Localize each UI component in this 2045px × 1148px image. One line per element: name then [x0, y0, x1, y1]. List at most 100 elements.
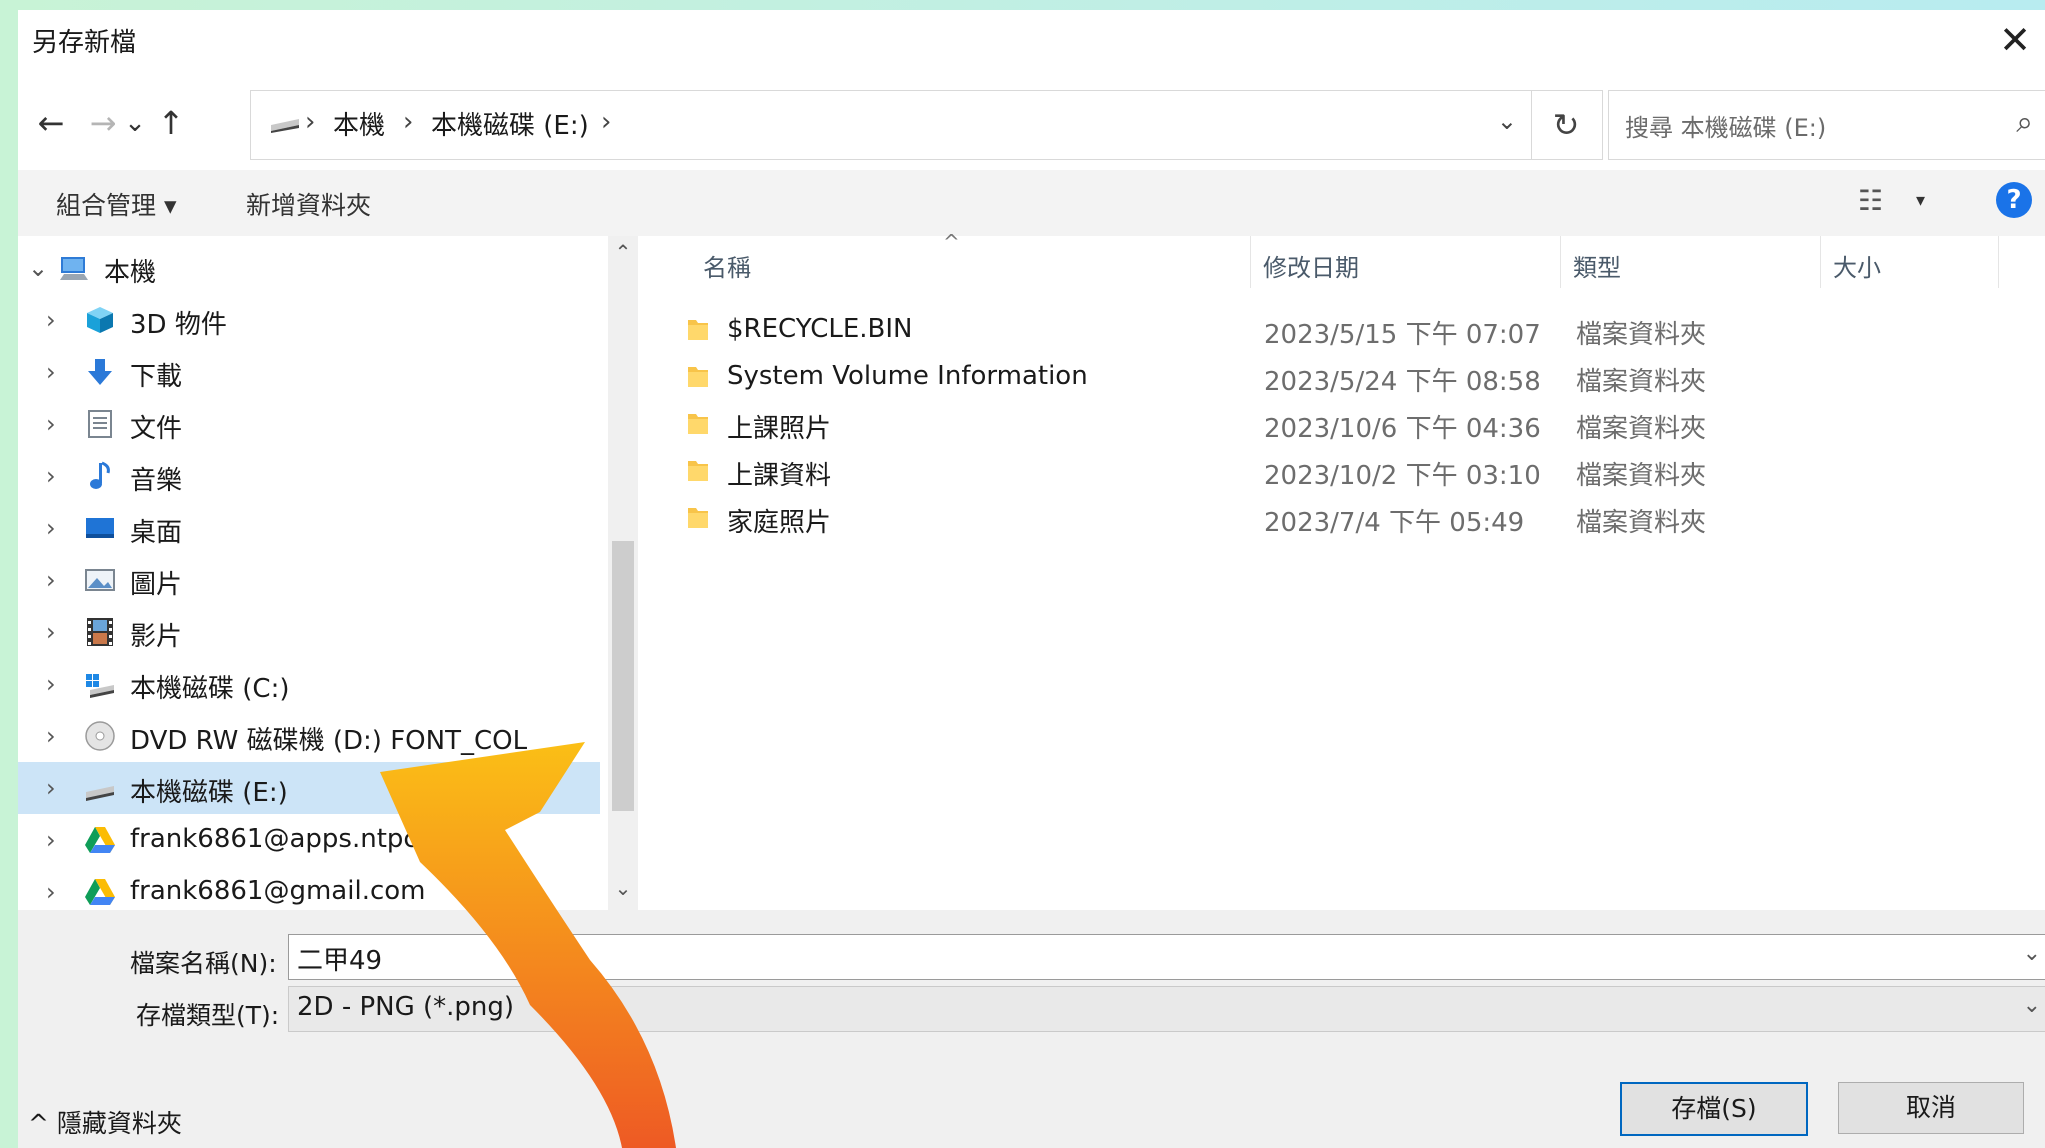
file-list: ^ 名稱 修改日期 類型 大小 $RECYCLE.BIN 2023/5/15 下… — [638, 230, 2045, 910]
organize-menu-button[interactable]: 組合管理 ▾ — [56, 186, 177, 222]
file-type: 檔案資料夾 — [1576, 414, 1707, 444]
column-header-date-modified[interactable]: 修改日期 — [1263, 248, 1359, 283]
breadcrumb-drive-e[interactable]: 本機磁碟 (E:) — [431, 105, 589, 142]
tree-item-desktop[interactable]: › 桌面 — [18, 502, 600, 554]
film-icon — [87, 618, 113, 646]
tree-item-label: DVD RW 磁碟機 (D:) FONT_COL — [130, 726, 528, 756]
scroll-up-icon[interactable]: ⌃ — [608, 240, 638, 264]
column-header-name[interactable]: 名稱 — [703, 248, 751, 283]
filetype-value[interactable]: 2D - PNG (*.png) — [297, 992, 514, 1022]
document-icon — [88, 410, 112, 438]
scrollbar-thumb[interactable] — [612, 541, 634, 811]
expand-chevron-icon[interactable]: › — [46, 878, 56, 906]
file-date: 2023/10/2 下午 03:10 — [1264, 461, 1541, 491]
tree-item-pictures[interactable]: › 圖片 — [18, 554, 600, 606]
search-icon[interactable]: ⌕ — [2016, 105, 2033, 140]
file-type: 檔案資料夾 — [1576, 367, 1707, 397]
tree-item-dvd-drive-d[interactable]: › DVD RW 磁碟機 (D:) FONT_COL — [18, 710, 600, 762]
download-arrow-icon — [88, 359, 112, 385]
expand-chevron-icon[interactable]: › — [46, 358, 56, 386]
expand-chevron-icon[interactable]: › — [46, 722, 56, 750]
up-arrow-icon[interactable]: ↑ — [146, 98, 196, 148]
hide-folders-toggle[interactable]: ^ 隱藏資料夾 — [28, 1104, 182, 1140]
table-row[interactable]: $RECYCLE.BIN 2023/5/15 下午 07:07 檔案資料夾 — [638, 308, 2038, 352]
tree-item-label: 音樂 — [130, 466, 183, 496]
tree-item-videos[interactable]: › 影片 — [18, 606, 600, 658]
tree-item-label: 本機 — [104, 258, 157, 288]
drive-icon — [271, 119, 299, 133]
expand-chevron-icon[interactable]: › — [46, 514, 56, 542]
filename-input[interactable]: 二甲49 ⌄ — [288, 934, 2045, 980]
tree-item-3d-objects[interactable]: › 3D 物件 — [18, 294, 600, 346]
filename-value[interactable]: 二甲49 — [297, 940, 382, 977]
search-input[interactable]: 搜尋 本機磁碟 (E:) — [1625, 108, 1826, 143]
file-name: 家庭照片 — [727, 508, 832, 538]
google-drive-icon — [85, 879, 115, 905]
column-header-type[interactable]: 類型 — [1573, 248, 1621, 283]
breadcrumb-separator[interactable]: › — [305, 107, 315, 137]
table-row[interactable]: 上課資料 2023/10/2 下午 03:10 檔案資料夾 — [638, 449, 2038, 493]
file-name: $RECYCLE.BIN — [727, 314, 913, 344]
close-icon[interactable]: ✕ — [1991, 16, 2039, 64]
new-folder-button[interactable]: 新增資料夾 — [246, 186, 371, 222]
collapse-chevron-icon[interactable]: ⌄ — [28, 254, 48, 282]
navigation-pane: ⌄ 本機 › 3D 物件 › 下載 › 文件 › 音樂 › 桌面 › 圖片 › … — [18, 236, 608, 910]
expand-chevron-icon[interactable]: › — [46, 826, 56, 854]
computer-icon — [60, 257, 88, 280]
file-type: 檔案資料夾 — [1576, 508, 1707, 538]
tree-item-label: frank6861@gmail.com — [130, 876, 426, 906]
expand-chevron-icon[interactable]: › — [46, 566, 56, 594]
navigation-scrollbar[interactable]: ⌃ ⌄ — [608, 236, 638, 910]
tree-item-this-pc[interactable]: ⌄ 本機 — [18, 242, 600, 294]
expand-chevron-icon[interactable]: › — [46, 670, 56, 698]
filetype-label: 存檔類型(T): — [136, 1001, 280, 1030]
windows-drive-icon — [86, 674, 114, 698]
expand-chevron-icon[interactable]: › — [46, 306, 56, 334]
tree-item-label: 本機磁碟 (C:) — [130, 674, 290, 704]
table-row[interactable]: System Volume Information 2023/5/24 下午 0… — [638, 355, 2038, 399]
address-bar[interactable]: › 本機 › 本機磁碟 (E:) › ⌄ — [250, 90, 1532, 160]
tree-item-google-drive-gmail[interactable]: › frank6861@gmail.com — [18, 866, 600, 910]
save-button[interactable]: 存檔(S) — [1620, 1082, 1808, 1136]
filename-dropdown-icon[interactable]: ⌄ — [2023, 941, 2041, 966]
cancel-button[interactable]: 取消 — [1838, 1082, 2024, 1134]
address-dropdown-icon[interactable]: ⌄ — [1497, 107, 1517, 135]
filetype-select[interactable]: 2D - PNG (*.png) ⌄ — [288, 986, 2045, 1032]
table-row[interactable]: 家庭照片 2023/7/4 下午 05:49 檔案資料夾 — [638, 496, 2038, 540]
filetype-dropdown-icon[interactable]: ⌄ — [2023, 993, 2041, 1018]
folder-icon — [688, 508, 708, 528]
column-divider[interactable] — [1820, 236, 1821, 288]
tree-item-music[interactable]: › 音樂 — [18, 450, 600, 502]
tree-item-label: 3D 物件 — [130, 310, 227, 340]
tree-item-downloads[interactable]: › 下載 — [18, 346, 600, 398]
view-options-icon[interactable]: ☷ — [1858, 184, 1883, 217]
tree-item-label: 下載 — [130, 362, 183, 392]
search-box[interactable]: 搜尋 本機磁碟 (E:) ⌕ — [1608, 90, 2045, 160]
breadcrumb-this-pc[interactable]: 本機 — [333, 105, 385, 142]
file-date: 2023/5/24 下午 08:58 — [1264, 367, 1541, 397]
expand-chevron-icon[interactable]: › — [46, 618, 56, 646]
view-dropdown-icon[interactable]: ▾ — [1916, 190, 1925, 211]
file-date: 2023/5/15 下午 07:07 — [1264, 320, 1541, 350]
breadcrumb-separator[interactable]: › — [601, 107, 611, 137]
expand-chevron-icon[interactable]: › — [46, 410, 56, 438]
tree-item-drive-c[interactable]: › 本機磁碟 (C:) — [18, 658, 600, 710]
tree-item-documents[interactable]: › 文件 — [18, 398, 600, 450]
column-divider[interactable] — [1250, 236, 1251, 288]
help-icon[interactable]: ? — [1996, 182, 2032, 218]
column-divider[interactable] — [1560, 236, 1561, 288]
refresh-icon[interactable]: ↻ — [1530, 90, 1603, 160]
column-header-size[interactable]: 大小 — [1833, 248, 1881, 283]
table-row[interactable]: 上課照片 2023/10/6 下午 04:36 檔案資料夾 — [638, 402, 2038, 446]
google-drive-icon — [85, 827, 115, 853]
expand-chevron-icon[interactable]: › — [46, 774, 56, 802]
tree-item-google-drive-apps[interactable]: › frank6861@apps.ntpc. — [18, 814, 600, 866]
back-arrow-icon[interactable]: ← — [26, 98, 76, 148]
breadcrumb-separator[interactable]: › — [403, 107, 413, 137]
dialog-title: 另存新檔 — [32, 28, 137, 58]
column-divider[interactable] — [1998, 236, 1999, 288]
expand-chevron-icon[interactable]: › — [46, 462, 56, 490]
tree-item-drive-e[interactable]: › 本機磁碟 (E:) — [18, 762, 600, 814]
scroll-down-icon[interactable]: ⌄ — [608, 876, 638, 900]
picture-icon — [85, 569, 115, 591]
